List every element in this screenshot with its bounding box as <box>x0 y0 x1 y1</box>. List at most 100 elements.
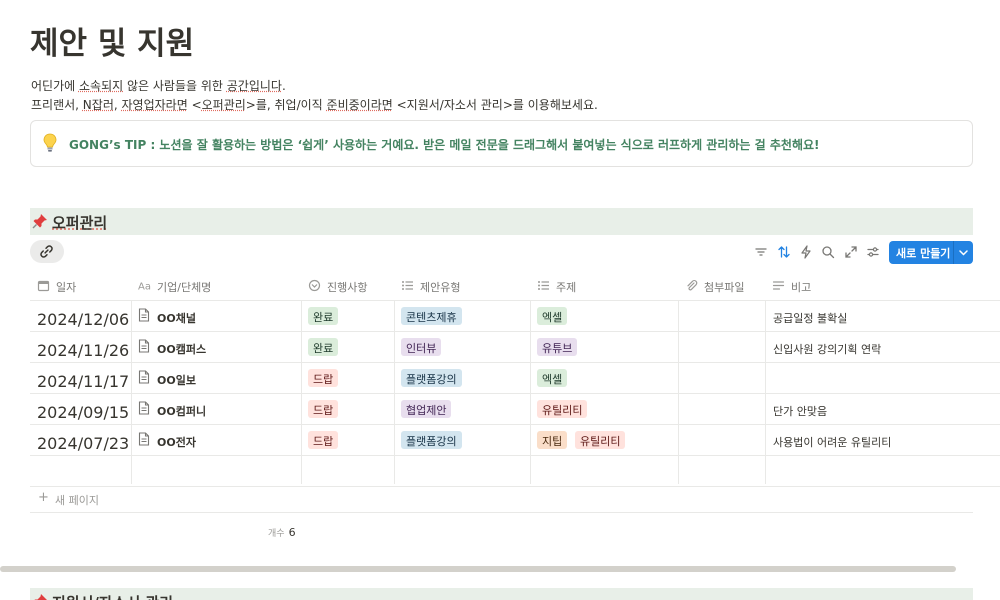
section-title: 지원서/자소서 관리 <box>52 592 173 600</box>
description-line-2: 프리랜서, N잡러, 자영업자라면 <오퍼관리>를, 취업/이직 준비중이라면 … <box>31 96 598 113</box>
topic-badge: 유틸리티 <box>537 400 588 418</box>
page-icon <box>138 308 150 322</box>
text-lines-icon <box>772 281 785 290</box>
desc-text: 자영업자라면 <box>121 98 188 112</box>
sort-icon[interactable] <box>777 245 791 259</box>
pushpin-icon <box>32 214 47 229</box>
expand-icon[interactable] <box>844 245 858 259</box>
date-cell: 2024/07/23 <box>37 434 130 453</box>
new-button-label: 새로 만들기 <box>896 247 951 260</box>
page-icon <box>138 339 150 353</box>
type-badge: 인터뷰 <box>401 338 442 356</box>
desc-text: < <box>187 98 202 112</box>
column-header-topic[interactable]: 주제 <box>530 271 678 301</box>
status-badge: 드랍 <box>308 369 339 387</box>
plus-icon: + <box>38 490 49 505</box>
pushpin-icon <box>34 594 47 600</box>
row-count[interactable]: 개수 6 <box>268 521 296 540</box>
desc-text: 프리랜서, <box>31 98 83 112</box>
horizontal-scrollbar[interactable] <box>0 566 956 572</box>
section-title: 오퍼관리 <box>52 214 108 232</box>
column-header-attachment[interactable]: 첨부파일 <box>678 271 765 301</box>
table-row[interactable]: 2024/07/23 OO전자 드랍 플랫폼강의 지팁 유틸리티 사용법이 어려… <box>30 425 1000 456</box>
status-icon <box>308 279 321 292</box>
date-cell: 2024/11/17 <box>37 372 130 391</box>
link-icon <box>40 245 53 258</box>
column-header-label: 비고 <box>791 281 812 294</box>
status-badge: 완료 <box>308 307 339 325</box>
new-button[interactable]: 새로 만들기 <box>889 241 973 264</box>
new-page-label: 새 페이지 <box>55 494 99 507</box>
desc-text: . <box>281 79 286 93</box>
column-header-label: 주제 <box>556 281 577 294</box>
column-header-date[interactable]: 일자 <box>30 271 131 301</box>
note-cell: 단가 안맞음 <box>773 405 828 418</box>
desc-text: 어딘가에 <box>31 79 79 93</box>
text-property-icon: Aa <box>138 282 151 293</box>
column-header-status[interactable]: 진행사항 <box>301 271 394 301</box>
description-line-1: 어딘가에 소속되지 않은 사람들을 위한 공간입니다. <box>31 77 286 94</box>
database-link-button[interactable] <box>30 240 64 263</box>
new-button-divider <box>953 241 954 264</box>
date-cell: 2024/12/06 <box>37 310 130 329</box>
company-name[interactable]: OO전자 <box>157 434 196 450</box>
desc-text: 공간입니다 <box>226 79 282 93</box>
company-name[interactable]: OO캠퍼스 <box>157 341 206 357</box>
type-badge: 콘텐츠제휴 <box>401 307 462 325</box>
chevron-down-icon[interactable] <box>958 247 969 258</box>
lightbulb-icon <box>43 133 57 152</box>
table-row[interactable]: 2024/12/06 OO채널 완료 콘텐츠제휴 엑셀 공급일정 불확실 <box>30 301 1000 332</box>
column-header-label: 진행사항 <box>327 281 368 294</box>
page-title: 제안 및 지원 <box>30 26 195 62</box>
status-badge: 드랍 <box>308 400 339 418</box>
table-row[interactable]: 2024/11/26 OO캠퍼스 완료 인터뷰 유튜브 신입사원 강의기획 연락 <box>30 332 1000 363</box>
desc-text: , <box>113 98 122 112</box>
note-cell: 사용법이 어려운 유틸리티 <box>773 436 892 449</box>
column-header-company[interactable]: Aa 기업/단체명 <box>131 271 301 301</box>
table-row[interactable]: 2024/09/15 OO컴퍼니 드랍 협업제안 유틸리티 단가 안맞음 <box>30 394 1000 425</box>
page-icon <box>138 432 150 446</box>
date-cell: 2024/09/15 <box>37 403 130 422</box>
table-row[interactable]: 2024/11/17 OO일보 드랍 플랫폼강의 엑셀 <box>30 363 1000 394</box>
desc-text: >를, 취업/이직 <box>245 98 327 112</box>
filter-icon[interactable] <box>754 245 768 259</box>
company-name[interactable]: OO채널 <box>157 310 196 326</box>
column-header-note[interactable]: 비고 <box>765 271 1000 301</box>
type-badge: 플랫폼강의 <box>401 369 462 387</box>
list-icon <box>538 281 549 290</box>
status-badge: 드랍 <box>308 431 339 449</box>
section-header-applications: 지원서/자소서 관리 <box>30 588 973 600</box>
column-header-type[interactable]: 제안유형 <box>394 271 530 301</box>
section-header-offers: 오퍼관리 <box>30 208 973 235</box>
company-name[interactable]: OO컴퍼니 <box>157 403 206 419</box>
count-label: 개수 <box>268 529 285 539</box>
page-icon <box>138 370 150 384</box>
paperclip-icon <box>687 279 698 291</box>
topic-badge: 엑셀 <box>537 369 568 387</box>
topic-badge: 유튜브 <box>537 338 578 356</box>
desc-text: <지원서/자소서 관리>를 이용해보세요. <box>392 98 598 112</box>
count-value: 6 <box>288 526 296 539</box>
lightning-icon[interactable] <box>799 245 813 259</box>
desc-text: N잡러 <box>82 98 114 112</box>
tip-text: GONG’s TIP : 노션을 잘 활용하는 방법은 ‘쉽게’ 사용하는 거예… <box>69 138 820 152</box>
topic-badge: 엑셀 <box>537 307 568 325</box>
date-cell: 2024/11/26 <box>37 341 130 360</box>
svg-text:Aa: Aa <box>138 282 151 293</box>
search-icon[interactable] <box>821 245 835 259</box>
desc-text: 않은 사람들을 위한 <box>123 79 227 93</box>
desc-text: 소속되지 <box>78 79 124 93</box>
add-new-page-button[interactable]: + 새 페이지 <box>30 483 973 513</box>
desc-text: 준비중이라면 <box>326 98 393 112</box>
type-badge: 협업제안 <box>401 400 452 418</box>
desc-text: 오퍼관리 <box>201 98 246 112</box>
company-name[interactable]: OO일보 <box>157 372 196 388</box>
column-header-label: 첨부파일 <box>704 281 745 294</box>
topic-badge: 유틸리티 <box>575 431 626 449</box>
settings-sliders-icon[interactable] <box>866 245 880 259</box>
topic-badge: 지팁 <box>537 431 568 449</box>
column-header-label: 제안유형 <box>420 281 461 294</box>
page-icon <box>138 401 150 415</box>
column-header-label: 일자 <box>56 281 77 294</box>
status-badge: 완료 <box>308 338 339 356</box>
